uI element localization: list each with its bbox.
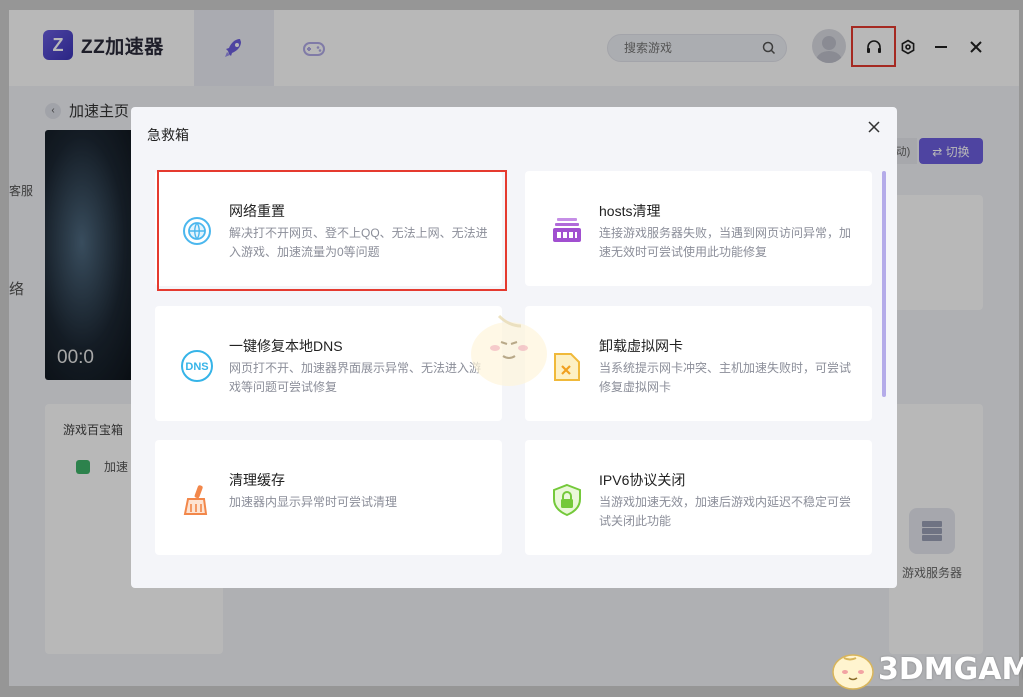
watermark-text: 3DMGAME [878,651,1023,687]
mascot-watermark-icon [471,314,547,386]
card-clear-cache[interactable]: 清理缓存 加速器内显示异常时可尝试清理 [155,440,502,555]
card-desc: 当游戏加速无效，加速后游戏内延迟不稳定可尝试关闭此功能 [599,495,852,528]
dns-icon: DNS [181,350,213,382]
card-dns-repair[interactable]: DNS 一键修复本地DNS 网页打不开、加速器界面展示异常、无法进入游戏等问题可… [155,306,502,421]
card-desc: 当系统提示网卡冲突、主机加速失败时，可尝试修复虚拟网卡 [599,361,852,394]
dialog-title: 急救箱 [147,127,189,143]
svg-text:DNS: DNS [185,361,208,373]
highlight-box-network-reset [157,170,507,291]
card-hosts-clean[interactable]: hosts清理 连接游戏服务器失败，当遇到网页访问异常，加速无效时可尝试使用此功… [525,171,872,286]
card-desc: 网页打不开、加速器界面展示异常、无法进入游戏等问题可尝试修复 [229,361,482,394]
card-ipv6-disable[interactable]: IPV6协议关闭 当游戏加速无效，加速后游戏内延迟不稳定可尝试关闭此功能 [525,440,872,555]
dialog-scrollbar[interactable] [882,171,886,397]
watermark: 3DMGAME [828,646,1023,692]
card-title: 清理缓存 [229,472,285,488]
broom-icon [183,485,208,515]
card-title: 一键修复本地DNS [229,338,343,354]
card-uninstall-nic[interactable]: 卸载虚拟网卡 当系统提示网卡冲突、主机加速失败时，可尝试修复虚拟网卡 [525,306,872,421]
card-title: hosts清理 [599,203,661,219]
card-title: 卸载虚拟网卡 [599,338,683,354]
card-title: IPV6协议关闭 [599,472,686,488]
hosts-clean-icon [553,218,581,242]
shield-lock-icon [553,483,581,517]
mascot-logo-icon [832,654,874,690]
card-desc: 连接游戏服务器失败，当遇到网页访问异常，加速无效时可尝试使用此功能修复 [599,226,852,259]
close-icon[interactable] [866,119,882,135]
card-desc: 加速器内显示异常时可尝试清理 [229,495,398,509]
